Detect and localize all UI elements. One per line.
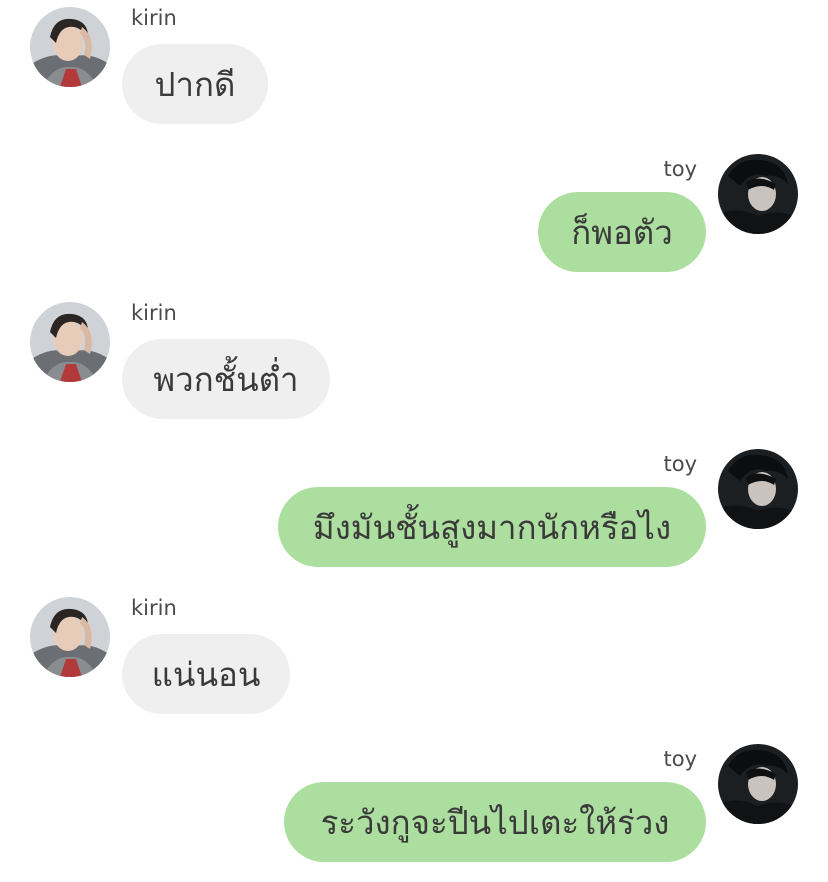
message-bubble[interactable]: ปากดี xyxy=(122,44,268,124)
message-bubble[interactable]: พวกชั้นต่ำ xyxy=(122,339,330,419)
avatar-kirin-icon[interactable] xyxy=(30,302,110,382)
sender-name: kirin xyxy=(131,6,177,30)
sender-name: kirin xyxy=(131,596,177,620)
chat-thread: kirin ปากดี toy ก็พอตัว kirin พวกชั้นต่ำ… xyxy=(0,0,828,882)
avatar-toy-icon[interactable] xyxy=(718,154,798,234)
sender-name: toy xyxy=(663,747,697,771)
sender-name: toy xyxy=(663,157,697,181)
avatar-toy-icon[interactable] xyxy=(718,744,798,824)
avatar-toy-icon[interactable] xyxy=(718,449,798,529)
sender-name: kirin xyxy=(131,301,177,325)
message-bubble[interactable]: แน่นอน xyxy=(122,634,290,714)
sender-name: toy xyxy=(663,452,697,476)
message-bubble[interactable]: ระวังกูจะปีนไปเตะให้ร่วง xyxy=(284,782,706,862)
avatar-kirin-icon[interactable] xyxy=(30,597,110,677)
message-bubble[interactable]: มึงมันชั้นสูงมากนักหรือไง xyxy=(278,487,706,567)
message-bubble[interactable]: ก็พอตัว xyxy=(538,192,706,272)
avatar-kirin-icon[interactable] xyxy=(30,7,110,87)
